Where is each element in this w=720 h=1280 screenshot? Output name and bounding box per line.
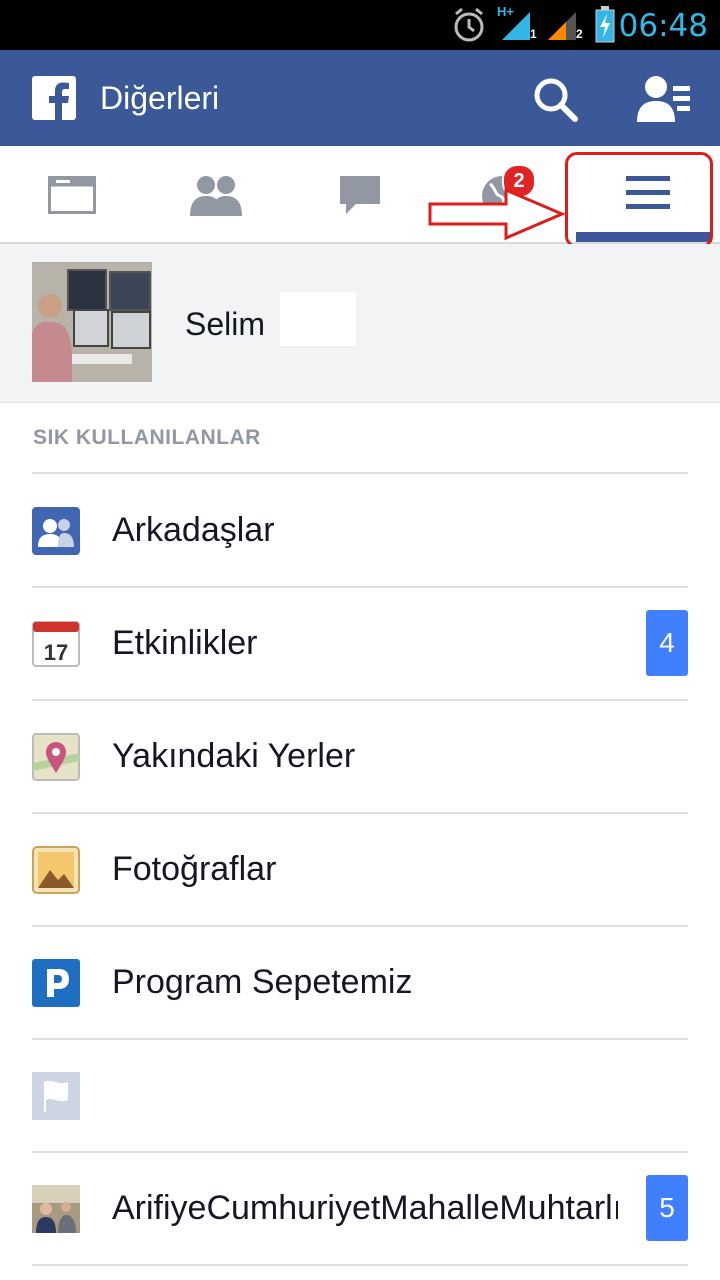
map-pin-icon — [32, 733, 80, 781]
divider — [32, 472, 688, 474]
page-p-icon — [32, 959, 80, 1007]
news-feed-icon — [48, 176, 96, 214]
clock: 06:48 — [618, 8, 708, 44]
count-badge: 5 — [646, 1175, 688, 1241]
list-item-label: Arkadaşlar — [112, 511, 275, 549]
list-item-etkinlikler[interactable]: 17 Etkinlikler 4 — [0, 588, 720, 700]
list-item-muhtarlik-group[interactable]: ArifiyeCumhuriyetMahalleMuhtarlığı 5 — [0, 1153, 720, 1265]
list-item-label: Fotoğraflar — [112, 850, 277, 888]
list-item-label: Yakındaki Yerler — [112, 737, 356, 775]
friend-requests-icon[interactable] — [636, 74, 692, 124]
calendar-day: 17 — [44, 640, 68, 665]
list-item-arkadaslar[interactable]: Arkadaşlar — [0, 475, 720, 587]
tab-messages[interactable] — [288, 146, 432, 242]
list-item-label: Etkinlikler — [112, 624, 258, 662]
list-item-yakindaki-yerler[interactable]: Yakındaki Yerler — [0, 701, 720, 813]
sim-2-label: 2 — [576, 27, 583, 41]
battery-charging-icon — [595, 6, 615, 43]
redacted-surname — [280, 292, 356, 346]
friends-icon — [32, 507, 80, 555]
group-photo-icon — [32, 1185, 80, 1233]
friends-icon — [190, 176, 242, 216]
profile-name: Selim — [185, 306, 266, 342]
list-item-fotograflar[interactable]: Fotoğraflar — [0, 814, 720, 926]
list-item-label: ArifiyeCumhuriyetMahalleMuhtarlığı — [112, 1189, 618, 1227]
annotation-arrow-icon — [428, 187, 566, 241]
search-icon[interactable] — [532, 76, 578, 122]
section-title: SIK KULLANILANLAR — [33, 426, 261, 449]
sim-1-label: 1 — [530, 27, 537, 41]
photos-icon — [32, 846, 80, 894]
flag-icon — [32, 1072, 80, 1120]
tab-news-feed[interactable] — [0, 146, 144, 242]
status-bar: H+ 1 2 06:48 — [0, 0, 720, 50]
tab-friends[interactable] — [144, 146, 288, 242]
list-item-page[interactable] — [0, 1040, 720, 1152]
annotation-highlight-box — [565, 152, 713, 248]
chat-bubble-icon — [340, 176, 380, 214]
page-title: Diğerleri — [100, 80, 220, 116]
divider — [32, 1264, 688, 1266]
facebook-logo-icon — [32, 76, 76, 120]
list-item-program-sepetemiz[interactable]: Program Sepetemiz — [0, 927, 720, 1039]
app-header: Diğerleri — [0, 50, 720, 146]
profile-row[interactable]: Selim — [0, 244, 720, 403]
count-badge: 4 — [646, 610, 688, 676]
calendar-icon: 17 — [32, 621, 80, 667]
alarm-icon — [454, 7, 484, 42]
avatar — [32, 262, 152, 382]
list-item-label: Program Sepetemiz — [112, 963, 413, 1001]
